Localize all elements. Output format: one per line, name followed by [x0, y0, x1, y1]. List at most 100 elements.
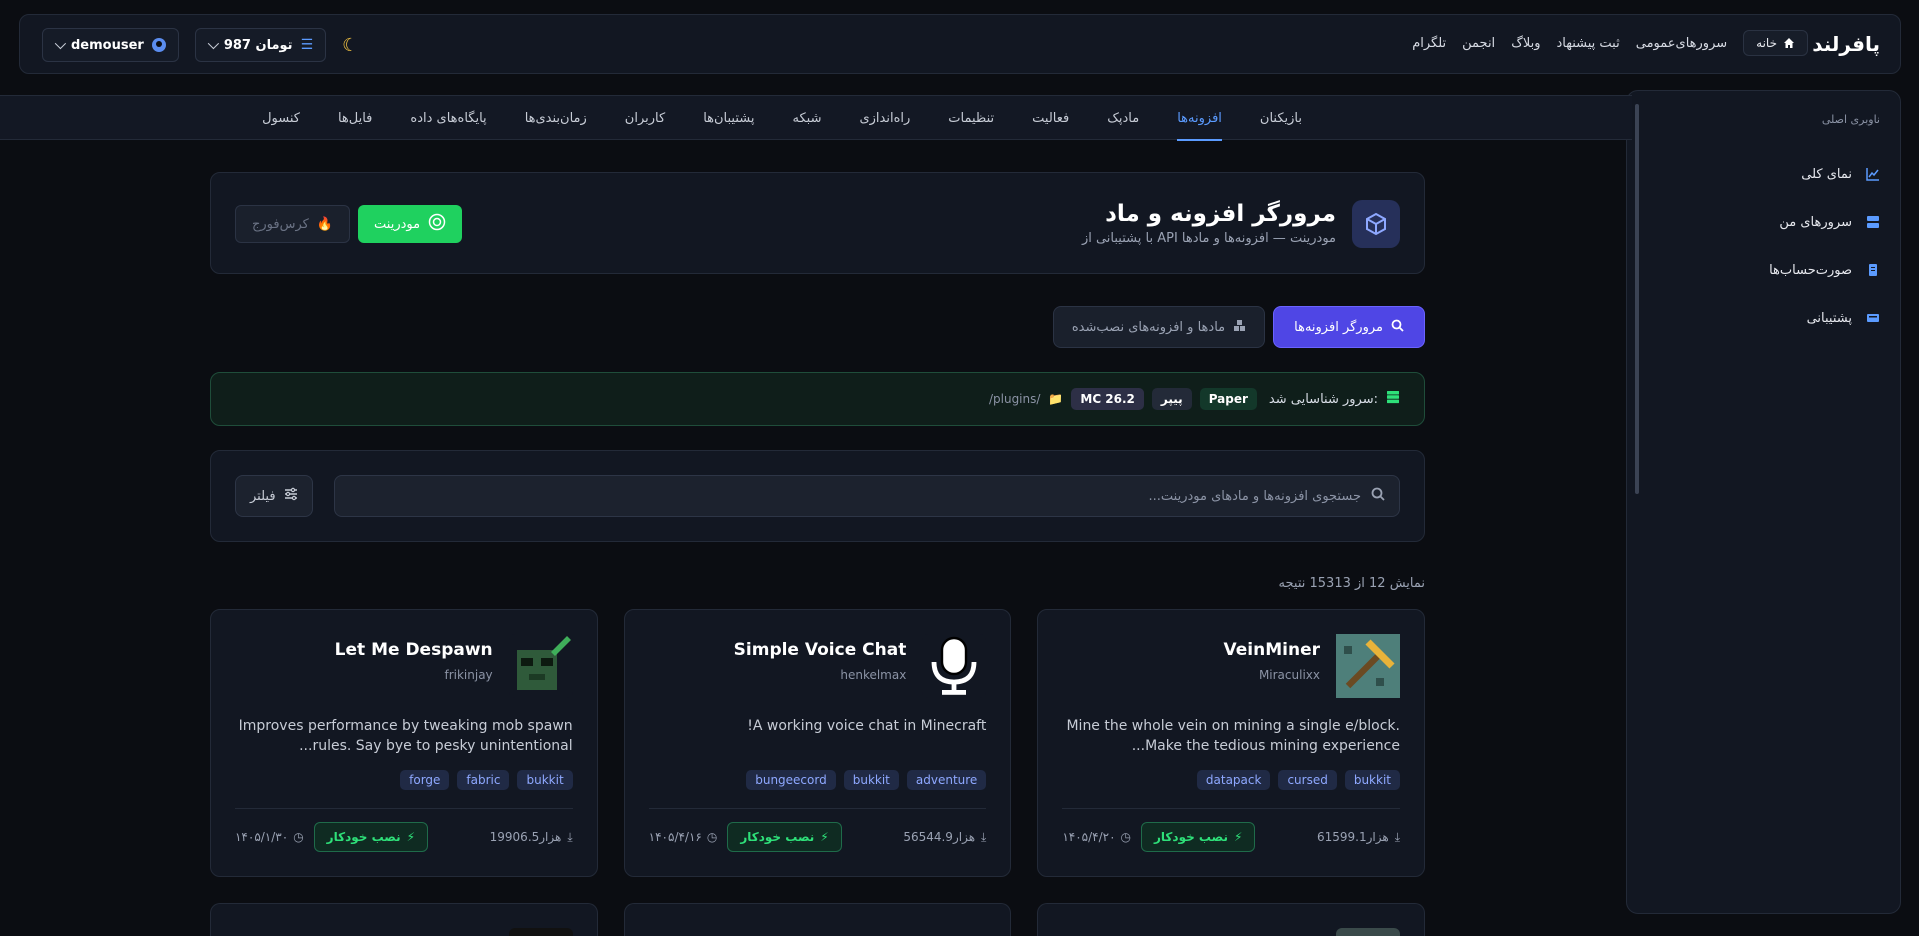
sidebar-item-label: پشتیبانی: [1806, 310, 1852, 326]
modrinth-button[interactable]: مودرینت: [358, 205, 463, 243]
sidebar-item-overview[interactable]: نمای کلی: [1647, 150, 1880, 198]
sidebar-item-my-servers[interactable]: سرورهای من: [1647, 198, 1880, 246]
date-value: ۱۴۰۵/۴/۱۶: [648, 830, 702, 844]
coins-icon: ☰: [300, 37, 314, 53]
auto-install-label: نصب خودکار: [740, 830, 815, 844]
curseforge-label: کرس‌فورج: [252, 216, 309, 232]
server-icon: [1866, 215, 1880, 229]
divider: [1062, 808, 1400, 809]
balance-value: 987 تومان: [223, 37, 293, 53]
software-badge: Paper: [1199, 388, 1257, 410]
plugin-name[interactable]: Let Me Despawn: [335, 640, 493, 660]
nav-forum[interactable]: انجمن: [1462, 36, 1495, 51]
nav-public-servers[interactable]: سرورهای‌عمومی: [1636, 36, 1727, 51]
brand-logo[interactable]: پافرلند: [1812, 32, 1880, 56]
username: demouser: [71, 37, 144, 53]
sidebar-item-label: نمای کلی: [1801, 166, 1852, 182]
sidebar-item-invoices[interactable]: صورت‌حساب‌ها: [1647, 246, 1880, 294]
tab-backups[interactable]: پشتیبان‌ها: [703, 96, 754, 141]
plugin-footer: ⤓ 56544.9هزار ⚡ نصب خودکار ◷ ۱۴۰۵/۴/۱۶: [649, 822, 987, 852]
update-date: ◷ ۱۴۰۵/۱/۳۰: [235, 830, 304, 844]
plugin-footer: ⤓ 61599.1هزار ⚡ نصب خودکار ◷ ۱۴۰۵/۴/۲۰: [1062, 822, 1400, 852]
plugin-card[interactable]: [623, 903, 1012, 936]
results-count: نمایش 12 از 15313 نتیجه: [1278, 576, 1425, 591]
plugin-card[interactable]: Let Me Despawn frikinjay Improves perfor…: [209, 609, 598, 877]
search-panel: فیلتر: [210, 450, 1425, 542]
tab-plugins[interactable]: افزونه‌ها: [1177, 96, 1222, 141]
tab-settings[interactable]: تنظیمات: [948, 96, 994, 141]
nav-blog[interactable]: وبلاگ: [1511, 36, 1540, 51]
boxes-icon: [1233, 319, 1246, 336]
sidebar-title: ناوبری اصلی: [1821, 113, 1880, 126]
scrollbar[interactable]: [1635, 100, 1641, 930]
user-menu-button[interactable]: demouser: [42, 28, 179, 62]
plugin-name[interactable]: Simple Voice Chat: [734, 640, 907, 660]
home-button[interactable]: خانه: [1743, 30, 1808, 56]
plugin-tags: bukkit fabric forge: [400, 770, 573, 790]
plugin-author: frikinjay: [444, 668, 493, 682]
auto-install-button[interactable]: ⚡ نصب خودکار: [727, 822, 842, 852]
tabs: بازیکنان افزونه‌ها مادپک فعالیت تنظیمات …: [262, 96, 1302, 141]
plugin-card[interactable]: Simple Voice Chat henkelmax A working vo…: [623, 609, 1012, 877]
downloads: ⤓ 61599.1هزار: [1317, 830, 1400, 845]
tab-modpack[interactable]: مادپک: [1107, 96, 1139, 141]
moon-icon[interactable]: ☾: [342, 35, 358, 56]
tab-console[interactable]: کنسول: [262, 96, 300, 141]
chevron-down-icon: [207, 37, 219, 50]
tab-files[interactable]: فایل‌ها: [338, 96, 372, 141]
filter-button[interactable]: فیلتر: [235, 475, 313, 517]
plugin-card[interactable]: [1037, 903, 1425, 936]
download-icon: ⤓: [981, 829, 987, 844]
tab-databases[interactable]: پایگاه‌های داده: [410, 96, 486, 141]
folder-icon: 📁: [1048, 392, 1064, 406]
sidebar-item-support[interactable]: پشتیبانی: [1647, 294, 1880, 342]
sliders-icon: [284, 487, 298, 505]
plugin-image: [508, 928, 573, 936]
tab-network[interactable]: شبکه: [793, 96, 822, 141]
tab-users[interactable]: کاربران: [625, 96, 665, 141]
plugin-image: [922, 634, 987, 698]
installed-mods-button[interactable]: مادها و افزونه‌های نصب‌شده: [1052, 306, 1266, 348]
clock-icon: ◷: [293, 830, 304, 844]
tab-startup[interactable]: راه‌اندازی: [859, 96, 910, 141]
plugin-description: A working voice chat in Minecraft!: [747, 718, 987, 734]
divider: [234, 808, 573, 809]
sidebar-item-label: سرورهای من: [1779, 214, 1852, 230]
clock-icon: ◷: [1120, 830, 1132, 844]
browse-plugins-button[interactable]: مرورگر افزونه‌ها: [1273, 306, 1425, 348]
sidebar: ناوبری اصلی نمای کلی سرورهای من صورت‌حسا…: [1626, 90, 1901, 914]
software-fa-badge: پیپر: [1151, 388, 1192, 410]
plugin-description: Improves performance by tweaking mob spa…: [238, 718, 573, 754]
auto-install-button[interactable]: ⚡ نصب خودکار: [1141, 822, 1256, 852]
search-box[interactable]: [334, 475, 1400, 517]
tab-schedules[interactable]: زمان‌بندی‌ها: [525, 96, 587, 141]
server-icon: [1386, 390, 1400, 408]
plugin-card[interactable]: VeinMiner Miraculixx Mine the whole vein…: [1037, 609, 1425, 877]
tab-players[interactable]: بازیکنان: [1260, 96, 1302, 141]
update-date: ◷ ۱۴۰۵/۴/۱۶: [649, 830, 718, 844]
search-input[interactable]: [349, 488, 1361, 504]
update-date: ◷ ۱۴۰۵/۴/۲۰: [1062, 830, 1131, 844]
footer-actions: ⚡ نصب خودکار ◷ ۱۴۰۵/۴/۱۶: [649, 822, 842, 852]
scrollbar-thumb[interactable]: [1635, 104, 1639, 494]
plugin-card[interactable]: [209, 903, 598, 936]
curseforge-button[interactable]: کرس‌فورج 🔥: [235, 205, 351, 243]
invoice-icon: [1866, 263, 1880, 277]
plugin-tag: bukkit: [1344, 770, 1400, 790]
auto-install-button[interactable]: ⚡ نصب خودکار: [313, 822, 429, 852]
detected-label: سرور شناسایی شد:: [1268, 391, 1378, 407]
nav-telegram[interactable]: تلگرام: [1412, 36, 1446, 51]
plugin-tag: bukkit: [517, 770, 573, 790]
tab-activity[interactable]: فعالیت: [1032, 96, 1069, 141]
bolt-icon: ⚡: [406, 830, 416, 844]
plugin-grid-next-row: [209, 903, 1425, 936]
plugin-tag: bukkit: [843, 770, 899, 790]
footer-actions: ⚡ نصب خودکار ◷ ۱۴۰۵/۱/۳۰: [235, 822, 429, 852]
server-tab-bar: بازیکنان افزونه‌ها مادپک فعالیت تنظیمات …: [0, 95, 1632, 141]
plugin-tag: cursed: [1278, 770, 1337, 790]
footer-actions: ⚡ نصب خودکار ◷ ۱۴۰۵/۴/۲۰: [1062, 822, 1256, 852]
nav-suggest[interactable]: ثبت پیشنهاد: [1556, 36, 1619, 51]
plugin-name[interactable]: VeinMiner: [1224, 640, 1320, 660]
auto-install-label: نصب خودکار: [1154, 830, 1228, 844]
balance-button[interactable]: 987 تومان ☰: [194, 28, 327, 62]
